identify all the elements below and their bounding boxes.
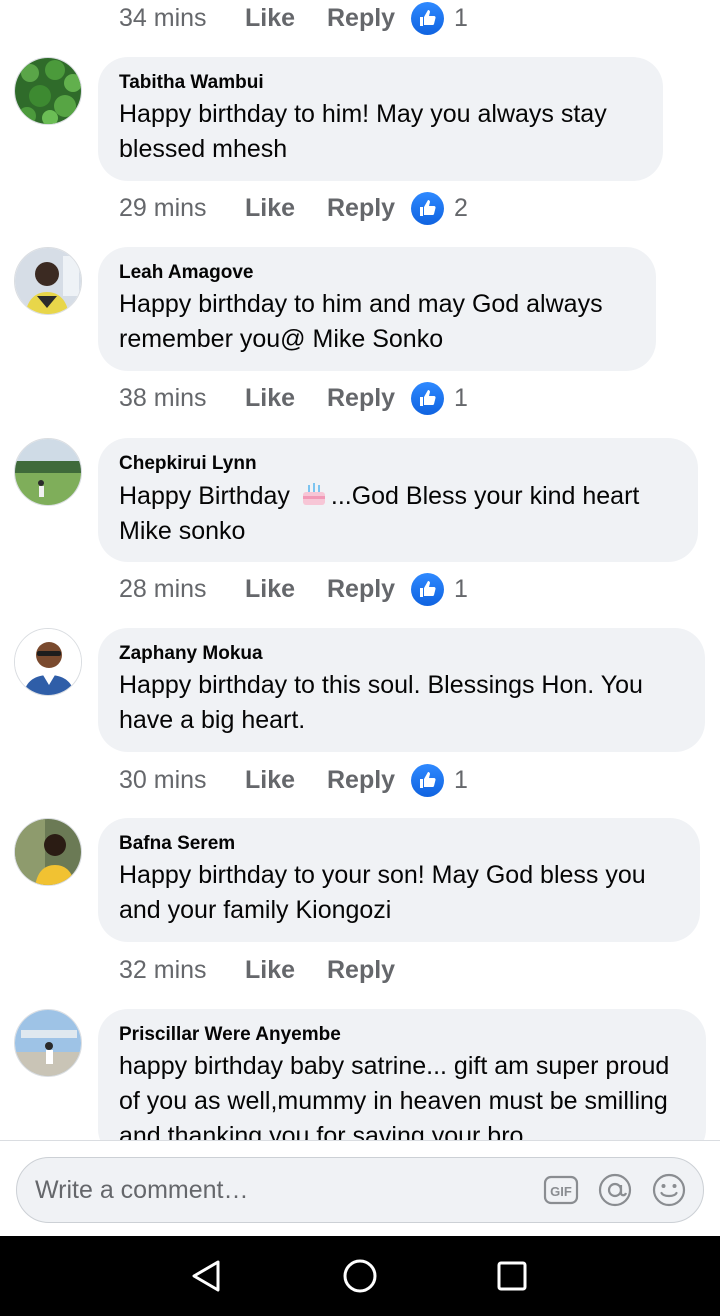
avatar[interactable] xyxy=(14,438,82,506)
like-button[interactable]: Like xyxy=(245,4,327,33)
back-triangle-icon xyxy=(192,1260,220,1292)
avatar-cartoon-portrait-icon xyxy=(15,629,81,695)
avatar[interactable] xyxy=(14,57,82,125)
like-button[interactable]: Like xyxy=(245,194,327,223)
thumbs-up-icon xyxy=(411,381,444,415)
comment-text: Happy birthday to him! May you always st… xyxy=(119,100,607,163)
comments-feed: 34 mins Like Reply 1 Tabitha Wambui Happ… xyxy=(0,0,720,1140)
reaction-summary[interactable]: 2 xyxy=(411,191,468,225)
avatar-person-photo-icon xyxy=(15,819,81,885)
thumbs-up-icon xyxy=(411,763,444,797)
avatar[interactable] xyxy=(14,628,82,696)
reply-button[interactable]: Reply xyxy=(327,766,411,795)
comment-author[interactable]: Tabitha Wambui xyxy=(119,71,642,95)
gif-icon: GIF xyxy=(543,1175,579,1205)
gif-label: GIF xyxy=(550,1184,572,1199)
like-button[interactable]: Like xyxy=(245,575,327,604)
comment-time: 30 mins xyxy=(119,765,207,794)
comment-time: 28 mins xyxy=(119,574,207,603)
reply-button[interactable]: Reply xyxy=(327,384,411,413)
comment-bubble[interactable]: Bafna Serem Happy birthday to your son! … xyxy=(98,818,700,942)
comment-text: Happy birthday to this soul. Blessings H… xyxy=(119,671,643,734)
reply-button[interactable]: Reply xyxy=(327,575,411,604)
reaction-summary[interactable]: 1 xyxy=(411,1,468,35)
comment-actions: 29 mins Like Reply 2 xyxy=(119,188,468,228)
comment-text: Happy birthday to your son! May God bles… xyxy=(119,861,646,924)
comment-bubble[interactable]: Tabitha Wambui Happy birthday to him! Ma… xyxy=(98,57,663,181)
comment-bubble[interactable]: Leah Amagove Happy birthday to him and m… xyxy=(98,247,656,371)
avatar[interactable] xyxy=(14,818,82,886)
like-button[interactable]: Like xyxy=(245,384,327,413)
comment-text: happy birthday baby satrine... gift am s… xyxy=(119,1052,670,1140)
thumbs-up-icon xyxy=(411,191,444,225)
comment-author[interactable]: Chepkirui Lynn xyxy=(119,452,677,476)
comment-bubble[interactable]: Chepkirui Lynn Happy Birthday ...God Ble… xyxy=(98,438,698,562)
comment-text: Happy birthday to him and may God always… xyxy=(119,290,603,353)
home-circle-icon xyxy=(343,1259,377,1293)
avatar-person-photo-icon xyxy=(15,248,81,314)
reply-button[interactable]: Reply xyxy=(327,4,411,33)
comment-text-part: Happy Birthday xyxy=(119,482,297,510)
comment-input-placeholder[interactable]: Write a comment… xyxy=(35,1176,541,1205)
reaction-summary[interactable]: 1 xyxy=(411,763,468,797)
nav-home-button[interactable] xyxy=(340,1256,380,1296)
comment-actions: 30 mins Like Reply 1 xyxy=(119,760,468,800)
comment-actions: 34 mins Like Reply 1 xyxy=(119,0,468,38)
recents-square-icon xyxy=(497,1261,527,1291)
avatar-plant-photo-icon xyxy=(15,58,81,124)
comment-actions: 32 mins Like Reply xyxy=(119,950,411,990)
avatar[interactable] xyxy=(14,247,82,315)
comment-input[interactable]: Write a comment… GIF xyxy=(16,1157,704,1223)
comment-composer-bar: Write a comment… GIF xyxy=(0,1140,720,1236)
comment-actions: 38 mins Like Reply 1 xyxy=(119,378,468,418)
comment-time: 29 mins xyxy=(119,193,207,222)
avatar-outdoor-photo-icon xyxy=(15,1010,81,1076)
comment-author[interactable]: Priscillar Were Anyembe xyxy=(119,1023,685,1047)
reaction-count: 1 xyxy=(454,383,468,412)
comment-author[interactable]: Zaphany Mokua xyxy=(119,642,684,666)
comment-time: 32 mins xyxy=(119,955,207,984)
thumbs-up-icon xyxy=(411,1,444,35)
comment-author[interactable]: Bafna Serem xyxy=(119,832,679,856)
reply-button[interactable]: Reply xyxy=(327,194,411,223)
comment-time: 38 mins xyxy=(119,383,207,412)
reaction-count: 1 xyxy=(454,574,468,603)
comment-actions: 28 mins Like Reply 1 xyxy=(119,569,468,609)
avatar[interactable] xyxy=(14,1009,82,1077)
comment-bubble[interactable]: Priscillar Were Anyembe happy birthday b… xyxy=(98,1009,706,1140)
birthday-cake-emoji-icon xyxy=(302,483,325,505)
nav-back-button[interactable] xyxy=(186,1256,226,1296)
reply-button[interactable]: Reply xyxy=(327,956,411,985)
reaction-count: 1 xyxy=(454,3,468,32)
avatar-field-photo-icon xyxy=(15,439,81,505)
reaction-summary[interactable]: 1 xyxy=(411,381,468,415)
like-button[interactable]: Like xyxy=(245,956,327,985)
reaction-count: 2 xyxy=(454,193,468,222)
emoji-button[interactable] xyxy=(649,1170,689,1210)
reaction-count: 1 xyxy=(454,765,468,794)
reaction-summary[interactable]: 1 xyxy=(411,572,468,606)
comment-time: 34 mins xyxy=(119,3,207,32)
comment-bubble[interactable]: Zaphany Mokua Happy birthday to this sou… xyxy=(98,628,705,752)
like-button[interactable]: Like xyxy=(245,766,327,795)
thumbs-up-icon xyxy=(411,572,444,606)
gif-button[interactable]: GIF xyxy=(541,1170,581,1210)
comment-text: Happy Birthday ...God Bless your kind he… xyxy=(119,478,677,549)
system-navigation-bar xyxy=(0,1236,720,1316)
mention-button[interactable] xyxy=(595,1170,635,1210)
at-sign-icon xyxy=(598,1173,632,1207)
smiley-face-icon xyxy=(652,1173,686,1207)
nav-recents-button[interactable] xyxy=(492,1256,532,1296)
comment-author[interactable]: Leah Amagove xyxy=(119,261,635,285)
